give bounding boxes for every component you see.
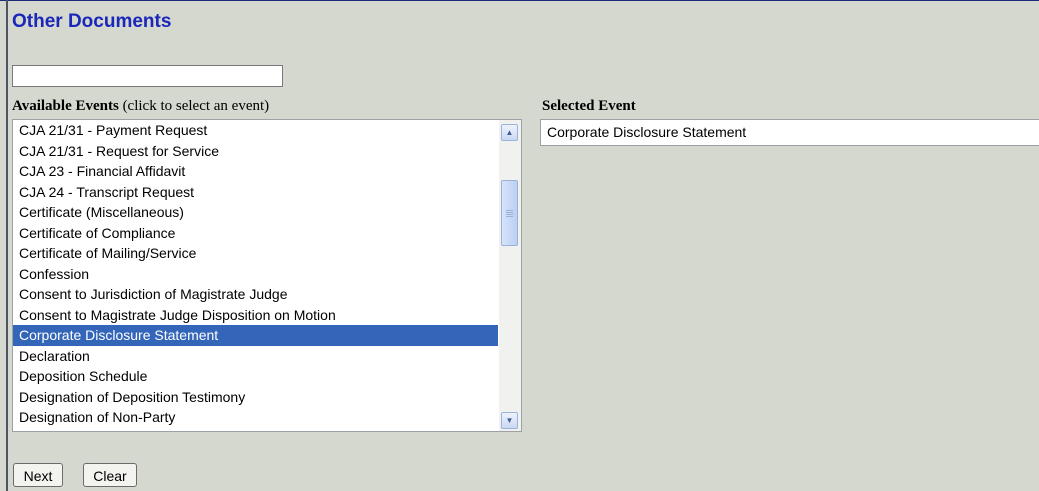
next-button[interactable]: Next [13, 463, 63, 487]
scroll-thumb[interactable] [501, 180, 518, 246]
scroll-down-icon[interactable]: ▼ [501, 412, 518, 429]
page-title: Other Documents [12, 11, 172, 32]
list-item[interactable]: CJA 23 - Financial Affidavit [13, 161, 498, 182]
clear-button[interactable]: Clear [83, 463, 137, 487]
list-item[interactable]: CJA 21/31 - Payment Request [13, 120, 498, 141]
list-item[interactable]: Consent to Magistrate Judge Disposition … [13, 305, 498, 326]
list-item[interactable]: Certificate (Miscellaneous) [13, 202, 498, 223]
list-item[interactable]: Certificate of Compliance [13, 223, 498, 244]
left-border [6, 0, 8, 491]
event-search-input[interactable] [12, 65, 283, 87]
list-item[interactable]: CJA 24 - Transcript Request [13, 182, 498, 203]
available-events-hint: (click to select an event) [118, 98, 270, 114]
event-list-items: CJA 21/31 - Payment Request CJA 21/31 - … [13, 120, 498, 431]
list-item[interactable]: Confession [13, 264, 498, 285]
list-item[interactable]: Corporate Disclosure Statement [13, 325, 498, 346]
list-item[interactable]: Deposition Schedule [13, 366, 498, 387]
list-item[interactable]: CJA 21/31 - Request for Service [13, 141, 498, 162]
scroll-up-icon[interactable]: ▲ [501, 124, 518, 141]
list-item[interactable]: Consent to Jurisdiction of Magistrate Ju… [13, 284, 498, 305]
selected-event-field[interactable]: Corporate Disclosure Statement [540, 119, 1039, 146]
available-events-label: Available Events (click to select an eve… [12, 98, 269, 115]
event-list-scrollbar[interactable]: ▲ ▼ [499, 120, 521, 431]
top-border [0, 0, 1039, 1]
list-item[interactable]: Designation of Non-Party [13, 407, 498, 428]
available-events-list[interactable]: CJA 21/31 - Payment Request CJA 21/31 - … [12, 119, 522, 432]
list-item[interactable]: Designation of Deposition Testimony [13, 387, 498, 408]
list-item[interactable]: Declaration [13, 346, 498, 367]
list-item[interactable]: Certificate of Mailing/Service [13, 243, 498, 264]
available-events-title: Available Events [12, 98, 119, 114]
selected-event-label: Selected Event [542, 98, 636, 114]
grip-icon [506, 209, 513, 217]
